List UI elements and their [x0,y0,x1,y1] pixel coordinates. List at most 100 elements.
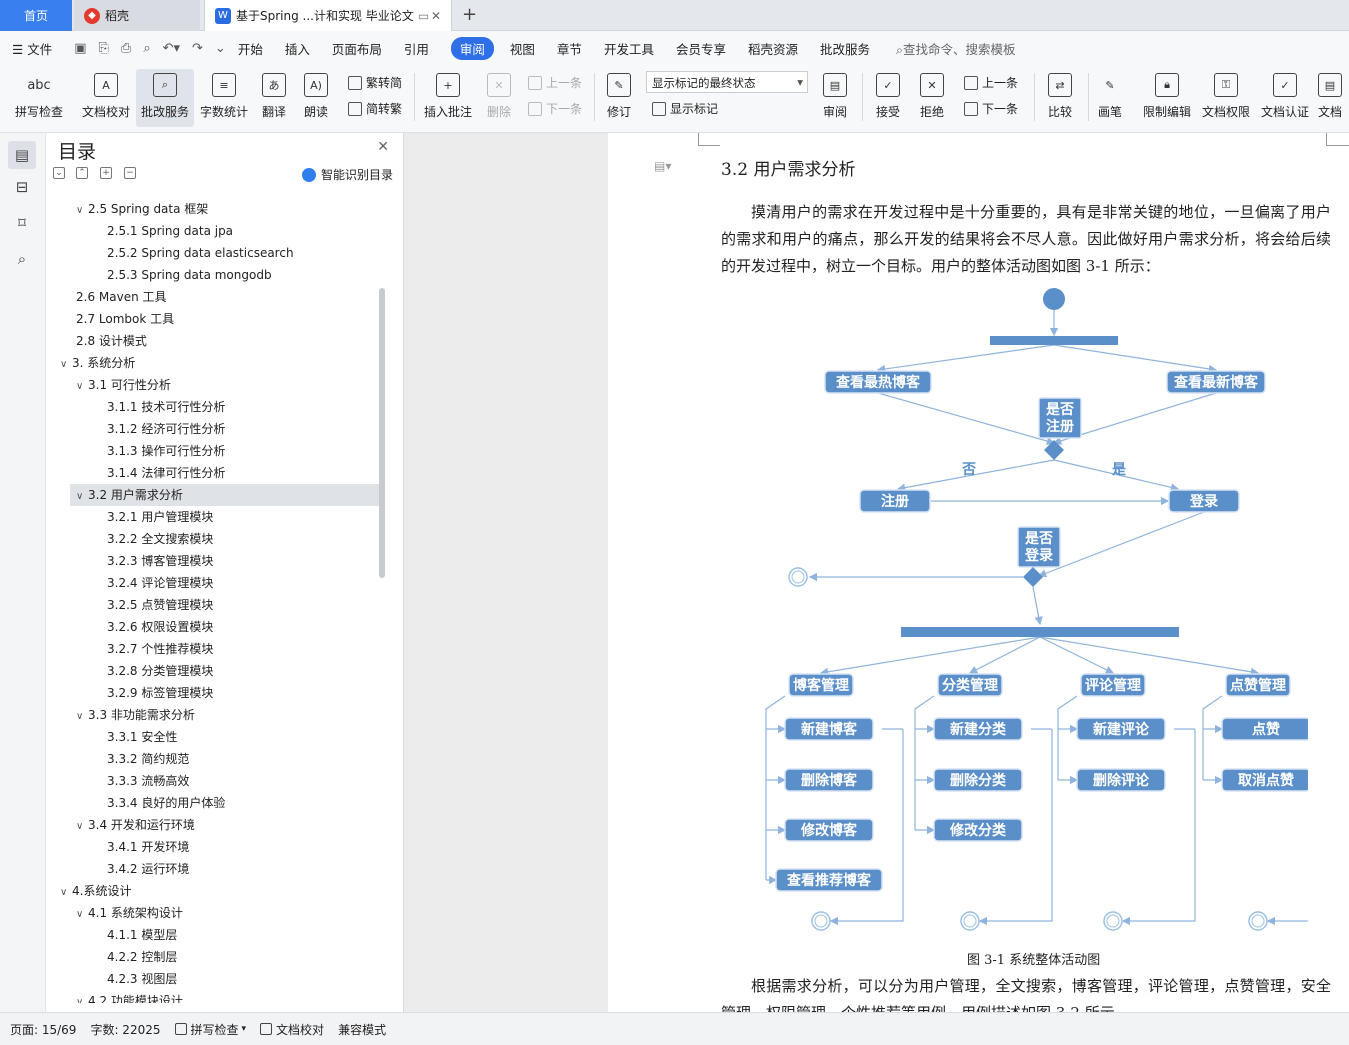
toc-item[interactable]: 2.7 Lombok 工具 [76,308,380,330]
toc-item[interactable]: 3.1.1 技术可行性分析 [107,396,380,418]
next-change-button[interactable]: 下一条 [964,100,1018,117]
spell-check-button[interactable]: abc 拼写检查 [8,69,70,127]
toc-nav-icon[interactable]: ▤ [8,141,36,169]
menu-section[interactable]: 章节 [557,39,582,58]
toc-item[interactable]: 2.5.2 Spring data elasticsearch [107,242,380,264]
menu-insert[interactable]: 插入 [285,39,310,58]
doc-proof-button[interactable]: A 文档校对 [78,69,134,127]
restrict-edit-button[interactable]: 🔒︎ 限制编辑 [1140,69,1194,127]
toc-item[interactable]: 4.2.2 控制层 [107,946,380,968]
redo-icon[interactable]: ↷ [192,41,203,56]
remove-heading-icon[interactable]: − [124,167,136,179]
toc-scrollbar[interactable] [379,288,385,578]
chevron-down-icon[interactable]: ∨ [76,904,88,926]
print-icon[interactable]: ⎙ [121,41,131,56]
toc-item[interactable]: 4.1.1 模型层 [107,924,380,946]
toc-item[interactable]: 2.5.1 Spring data jpa [107,220,380,242]
doc-certify-button[interactable]: ✓ 文档认证 [1258,69,1312,127]
command-search[interactable]: ⌕查找命令、搜索模板 [896,39,1016,58]
toc-item[interactable]: 3.3.1 安全性 [107,726,380,748]
toc-item[interactable]: 3.2.2 全文搜索模块 [107,528,380,550]
menu-page-layout[interactable]: 页面布局 [332,39,382,58]
toc-item[interactable]: 3.2.3 博客管理模块 [107,550,380,572]
trad-to-simp-button[interactable]: 繁转简 [348,74,402,91]
toc-item[interactable]: 3.2.9 标签管理模块 [107,682,380,704]
doc-more-button[interactable]: ▤ 文档 [1318,69,1349,127]
toc-item[interactable]: ∨ 3.1 可行性分析 [76,374,380,396]
toc-item[interactable]: 3.1.3 操作可行性分析 [107,440,380,462]
toc-item[interactable]: 3.2.8 分类管理模块 [107,660,380,682]
chevron-down-icon[interactable]: ∨ [76,706,88,728]
export-pdf-icon[interactable]: ⎘ [99,41,109,56]
toc-item[interactable]: 3.2.6 权限设置模块 [107,616,380,638]
window-icon[interactable]: ▭ [418,9,429,23]
add-heading-icon[interactable]: + [100,167,112,179]
proof-toggle[interactable]: 文档校对 [260,1021,324,1038]
bookmark-icon[interactable]: ⌑ [12,213,32,233]
toc-item[interactable]: 3.1.4 法律可行性分析 [107,462,380,484]
toc-item[interactable]: 3.4.2 运行环境 [107,858,380,880]
page-indicator[interactable]: 页面: 15/69 [10,1021,76,1038]
menu-review-service[interactable]: 批改服务 [820,39,870,58]
toc-item[interactable]: 3.3.4 良好的用户体验 [107,792,380,814]
delete-comment-button[interactable]: ✕ 删除 [480,69,518,127]
chevron-down-icon[interactable]: ∨ [60,882,72,904]
toc-item[interactable]: ∨ 2.5 Spring data 框架 [76,198,380,220]
menu-member[interactable]: 会员专享 [676,39,726,58]
toc-item[interactable]: 2.6 Maven 工具 [76,286,380,308]
toc-item[interactable]: 2.8 设计模式 [76,330,380,352]
spell-check-toggle[interactable]: 拼写检查 ▾ [174,1021,246,1038]
chevron-down-icon[interactable]: ∨ [60,354,72,376]
chevron-down-icon[interactable]: ∨ [76,376,88,398]
toc-item[interactable]: 3.2.1 用户管理模块 [107,506,380,528]
translate-button[interactable]: あ翻译 [254,69,294,127]
save-icon[interactable]: ▣ [74,41,86,56]
toc-item[interactable]: 4.2.3 视图层 [107,968,380,990]
new-tab-button[interactable]: + [462,4,477,25]
prev-comment-button[interactable]: 上一条 [528,74,582,91]
toc-item[interactable]: ∨ 3.2 用户需求分析 [70,484,380,506]
word-count-button[interactable]: ≡ 字数统计 [198,69,250,127]
next-comment-button[interactable]: 下一条 [528,100,582,117]
toc-item[interactable]: 2.5.3 Spring data mongodb [107,264,380,286]
menu-start[interactable]: 开始 [238,39,263,58]
prev-change-button[interactable]: 上一条 [964,74,1018,91]
tab-home[interactable]: 首页 [0,0,72,31]
review-service-button[interactable]: ⌕ 批改服务 [136,69,194,127]
show-markup-button[interactable]: 显示标记 [652,100,718,117]
print-preview-icon[interactable]: ⌕ [143,41,150,56]
toc-item[interactable]: ∨ 3. 系统分析 [60,352,370,374]
menu-review[interactable]: 审阅 [450,36,494,60]
review-pane-button[interactable]: ▤ 审阅 [814,69,856,127]
chevron-down-icon[interactable]: ∨ [76,486,88,508]
word-count-indicator[interactable]: 字数: 22025 [90,1021,160,1038]
chevron-down-icon[interactable]: ∨ [76,816,88,838]
search-icon[interactable]: ⌕ [12,249,32,269]
paragraph-options-icon[interactable]: ▤▾ [654,159,671,173]
toc-item[interactable]: 3.3.2 简约规范 [107,748,380,770]
tab-daoke[interactable]: ◆ 稻壳 [74,0,200,31]
menu-daoke-resources[interactable]: 稻壳资源 [748,39,798,58]
chevron-down-icon[interactable]: ∨ [76,200,88,222]
compare-button[interactable]: ⇄ 比较 [1040,69,1080,127]
toc-item[interactable]: ∨ 4.系统设计 [60,880,370,902]
menu-developer[interactable]: 开发工具 [604,39,654,58]
toc-item[interactable]: 3.2.5 点赞管理模块 [107,594,380,616]
doc-permission-button[interactable]: ⚿ 文档权限 [1199,69,1253,127]
toc-item[interactable]: 3.3.3 流畅高效 [107,770,380,792]
smart-toc-button[interactable]: 智能识别目录 [301,166,393,183]
accept-button[interactable]: ✓ 接受 [868,69,908,127]
toc-item[interactable]: ∨ 4.2 功能模块设计 [76,990,380,1003]
reject-button[interactable]: ✕ 拒绝 [912,69,952,127]
chapter-nav-icon[interactable]: ⊟ [12,177,32,197]
toc-item[interactable]: 3.4.1 开发环境 [107,836,380,858]
collapse-all-icon[interactable]: ⌄ [53,167,65,179]
file-menu[interactable]: ☰ 文件 [12,39,52,58]
read-aloud-button[interactable]: A) 朗读 [298,69,334,127]
menu-references[interactable]: 引用 [404,39,429,58]
toc-item[interactable]: ∨ 3.4 开发和运行环境 [76,814,380,836]
pen-button[interactable]: ✎ 画笔 [1094,69,1126,127]
simp-to-trad-button[interactable]: 简转繁 [348,100,402,117]
undo-icon[interactable]: ↶▾ [163,41,180,56]
chevron-down-icon[interactable]: ∨ [76,992,88,1003]
